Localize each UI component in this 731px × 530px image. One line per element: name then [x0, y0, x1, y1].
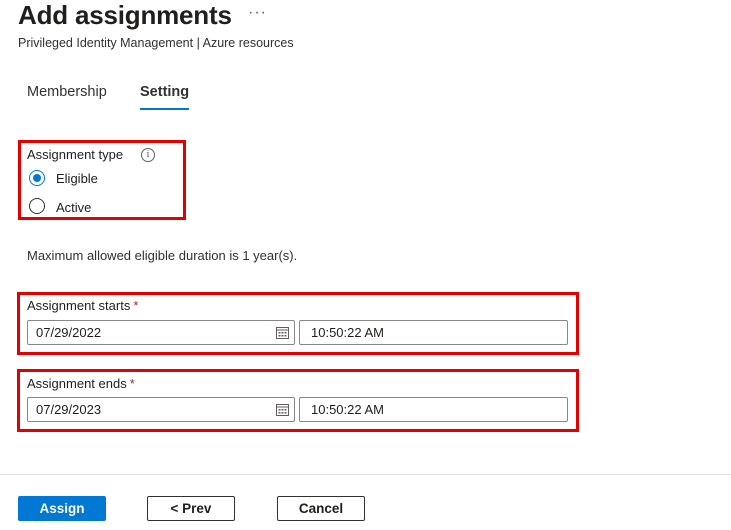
- eligible-radio[interactable]: [29, 170, 45, 186]
- assign-button[interactable]: Assign: [18, 496, 106, 521]
- active-radio[interactable]: [29, 198, 45, 214]
- info-icon[interactable]: i: [141, 148, 155, 162]
- end-date-input[interactable]: 07/29/2023: [27, 397, 295, 422]
- assignment-ends-label-text: Assignment ends: [27, 376, 127, 391]
- calendar-icon[interactable]: [276, 403, 289, 416]
- footer-divider: [0, 474, 731, 475]
- more-options-button[interactable]: ···: [248, 4, 267, 22]
- end-time-input[interactable]: 10:50:22 AM: [299, 397, 568, 422]
- page-title: Add assignments: [18, 0, 232, 30]
- end-date-value: 07/29/2023: [36, 402, 102, 417]
- required-marker: *: [133, 298, 139, 313]
- eligible-radio-label[interactable]: Eligible: [56, 171, 98, 186]
- start-time-value: 10:50:22 AM: [311, 325, 384, 340]
- start-time-input[interactable]: 10:50:22 AM: [299, 320, 568, 345]
- assignment-starts-label: Assignment starts *: [27, 298, 138, 313]
- assignment-type-label: Assignment type: [27, 147, 124, 162]
- assignment-ends-label: Assignment ends *: [27, 376, 135, 391]
- required-marker: *: [129, 376, 135, 391]
- cancel-button[interactable]: Cancel: [277, 496, 365, 521]
- prev-button[interactable]: < Prev: [147, 496, 235, 521]
- page-subtitle: Privileged Identity Management | Azure r…: [18, 36, 294, 50]
- end-time-value: 10:50:22 AM: [311, 402, 384, 417]
- duration-note: Maximum allowed eligible duration is 1 y…: [27, 248, 298, 263]
- active-radio-label[interactable]: Active: [56, 200, 91, 215]
- tab-setting[interactable]: Setting: [140, 84, 189, 100]
- tab-selected-indicator: [140, 108, 189, 110]
- calendar-icon[interactable]: [276, 326, 289, 339]
- tab-membership[interactable]: Membership: [27, 84, 107, 100]
- start-date-value: 07/29/2022: [36, 325, 102, 340]
- start-date-input[interactable]: 07/29/2022: [27, 320, 295, 345]
- assignment-starts-label-text: Assignment starts: [27, 298, 131, 313]
